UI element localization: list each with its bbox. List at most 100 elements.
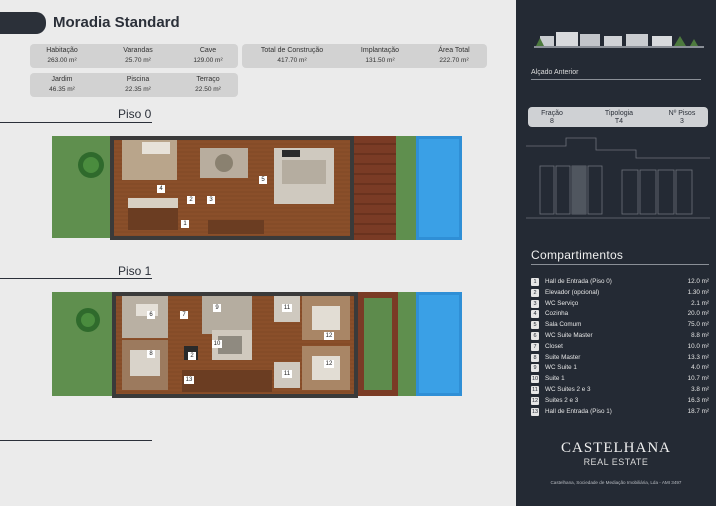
compartimento-row: 13 Hall de Entrada (Piso 1) 18.7 m² <box>531 407 709 418</box>
compartimento-area: 2.1 m² <box>691 299 709 307</box>
footer-text: Castelhana, Sociedade de Mediação Imobil… <box>550 480 682 485</box>
compartimento-row: 10 Suite 1 10.7 m² <box>531 374 709 385</box>
stat-cave: Cave 129.00 m² <box>193 47 223 64</box>
compartimento-area: 10.0 m² <box>687 342 709 350</box>
compartimento-area: 10.7 m² <box>687 375 709 383</box>
brand-logo: CASTELHANA <box>561 440 671 456</box>
compartimento-number: 8 <box>531 353 539 362</box>
compartimento-row: 12 Suites 2 e 3 16.3 m² <box>531 396 709 407</box>
floor-plan-piso1 <box>52 292 462 398</box>
title-accent <box>0 12 46 34</box>
stat-total-construcao: Total de Construção 417.70 m² <box>260 47 324 64</box>
compartimento-area: 3.8 m² <box>691 385 709 393</box>
compartimento-name: Cozinha <box>545 310 569 318</box>
room-label: 1 <box>181 220 189 228</box>
compartimento-number: 2 <box>531 288 539 297</box>
room-label: 11 <box>282 304 292 312</box>
compartimento-area: 8.8 m² <box>691 331 709 339</box>
room-label: 2 <box>188 352 196 360</box>
brand-subtitle: REAL ESTATE <box>583 457 649 467</box>
compartimento-area: 13.3 m² <box>687 353 709 361</box>
compartimento-name: Suite Master <box>545 353 581 361</box>
room-label: 12 <box>324 332 334 340</box>
compartimentos-divider <box>531 264 709 265</box>
floor-plan-piso0 <box>52 136 462 240</box>
compartimento-number: 11 <box>531 385 539 394</box>
stat-implantacao: Implantação 131.50 m² <box>360 47 400 64</box>
compartimento-number: 13 <box>531 407 539 416</box>
room-label: 5 <box>259 176 267 184</box>
compartimento-name: Suite 1 <box>545 375 565 383</box>
compartimento-number: 10 <box>531 375 539 384</box>
compartimento-number: 4 <box>531 310 539 319</box>
compartimento-number: 9 <box>531 364 539 373</box>
compartimento-row: 5 Sala Comum 75.0 m² <box>531 320 709 331</box>
compartimento-number: 6 <box>531 331 539 340</box>
compartimento-name: Sala Comum <box>545 321 582 329</box>
site-plan <box>526 137 710 219</box>
stat-terraco: Terraço 22.50 m² <box>195 76 221 93</box>
left-panel: Moradia Standard Habitação 263.00 m² Vara… <box>0 0 516 506</box>
compartimento-area: 75.0 m² <box>687 321 709 329</box>
room-label: 12 <box>324 360 334 368</box>
compartimento-row: 11 WC Suites 2 e 3 3.8 m² <box>531 385 709 396</box>
compartimento-name: WC Serviço <box>545 299 579 307</box>
compartimento-row: 1 Hall de Entrada (Piso 0) 12.0 m² <box>531 277 709 288</box>
floor-title-piso0: Piso 0 <box>118 107 152 121</box>
stat-area-total: Área Total 222.70 m² <box>438 47 470 64</box>
info-tipologia: Tipologia T4 <box>604 110 634 125</box>
elevation-label: Alçado Anterior <box>531 69 579 76</box>
room-label: 4 <box>157 185 165 193</box>
elevation-drawing <box>534 32 704 48</box>
compartimento-row: 3 WC Serviço 2.1 m² <box>531 299 709 310</box>
room-label: 7 <box>180 311 188 319</box>
compartimento-area: 1.30 m² <box>687 288 709 296</box>
compartimento-name: Hall de Entrada (Piso 0) <box>545 278 612 285</box>
compartimento-name: Elevador (opcional) <box>545 288 600 296</box>
room-label: 10 <box>212 340 222 348</box>
floor-title-piso1: Piso 1 <box>118 264 152 278</box>
compartimento-number: 1 <box>531 278 539 286</box>
floor-divider-piso1 <box>0 278 152 279</box>
bottom-divider <box>0 440 152 441</box>
stat-habitacao: Habitação 263.00 m² <box>46 47 78 64</box>
floor-divider-piso0 <box>0 122 152 123</box>
room-label: 2 <box>187 196 195 204</box>
compartimento-row: 6 WC Suite Master 8.8 m² <box>531 331 709 342</box>
room-label: 3 <box>207 196 215 204</box>
room-label: 6 <box>147 311 155 319</box>
compartimento-name: Suites 2 e 3 <box>545 396 579 404</box>
page-title: Moradia Standard <box>53 14 180 31</box>
compartimento-area: 12.0 m² <box>687 278 709 285</box>
compartimento-area: 16.3 m² <box>687 396 709 404</box>
room-label: 8 <box>147 350 155 358</box>
compartimento-area: 18.7 m² <box>687 407 709 415</box>
room-label: 13 <box>184 376 194 384</box>
compartimento-row: 9 WC Suite 1 4.0 m² <box>531 363 709 374</box>
compartimento-area: 20.0 m² <box>687 310 709 318</box>
compartimento-name: Hall de Entrada (Piso 1) <box>545 407 612 415</box>
compartimentos-list: 1 Hall de Entrada (Piso 0) 12.0 m² 2 Elevado… <box>531 277 709 417</box>
compartimento-number: 12 <box>531 396 539 405</box>
stat-varandas: Varandas 25.70 m² <box>123 47 153 64</box>
compartimento-name: Closet <box>545 342 563 350</box>
compartimentos-title: Compartimentos <box>531 248 624 262</box>
room-label: 11 <box>282 370 292 378</box>
compartimento-row: 7 Closet 10.0 m² <box>531 342 709 353</box>
compartimento-name: WC Suite Master <box>545 331 593 339</box>
elevation-divider <box>531 79 701 80</box>
compartimento-name: WC Suite 1 <box>545 364 577 372</box>
room-label: 9 <box>213 304 221 312</box>
compartimento-area: 4.0 m² <box>691 364 709 372</box>
compartimento-row: 8 Suite Master 13.3 m² <box>531 353 709 364</box>
compartimento-row: 4 Cozinha 20.0 m² <box>531 309 709 320</box>
info-fracao: Fração 8 <box>541 110 563 125</box>
stat-piscina: Piscina 22.35 m² <box>125 76 151 93</box>
compartimento-number: 7 <box>531 342 539 351</box>
stat-jardim: Jardim 46.35 m² <box>49 76 75 93</box>
info-pisos: Nº Pisos 3 <box>668 110 696 125</box>
compartimento-name: WC Suites 2 e 3 <box>545 385 591 393</box>
compartimento-number: 3 <box>531 299 539 308</box>
compartimento-row: 2 Elevador (opcional) 1.30 m² <box>531 288 709 299</box>
right-panel: Alçado Anterior Fração 8 Tipologia T4 Nº P… <box>516 0 716 506</box>
